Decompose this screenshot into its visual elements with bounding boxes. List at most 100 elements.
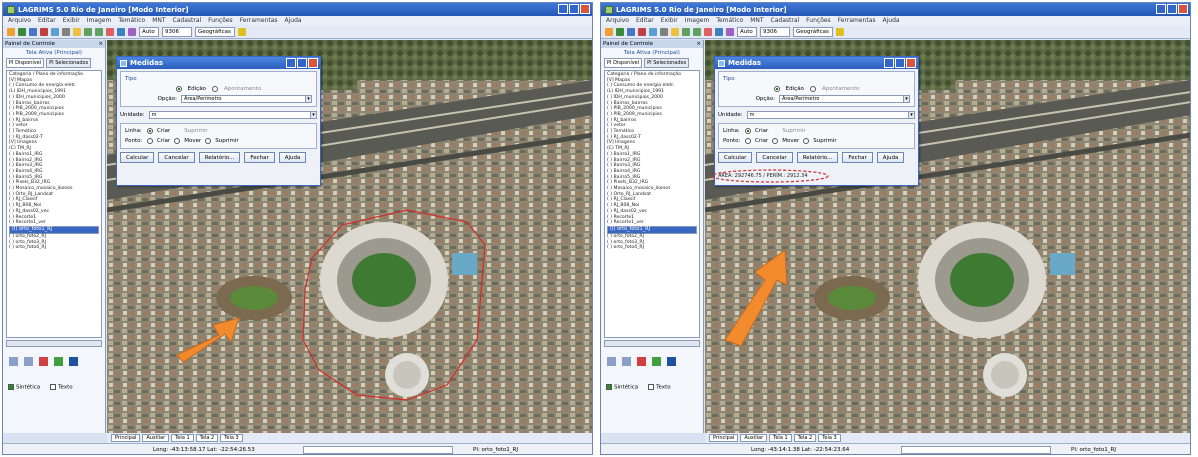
save-icon[interactable] xyxy=(627,27,635,36)
menu-imagem[interactable]: Imagem xyxy=(87,17,112,24)
tab-tela-3[interactable]: Tela 3 xyxy=(818,434,841,442)
linha-criar-radio[interactable] xyxy=(745,128,751,134)
info-icon[interactable] xyxy=(667,357,676,366)
unidade-select[interactable]: m ▾ xyxy=(148,111,317,119)
help-icon[interactable] xyxy=(238,27,246,36)
grid-icon[interactable] xyxy=(18,27,26,36)
texto-checkbox[interactable]: Texto xyxy=(648,384,671,391)
calcular-button[interactable]: Calcular xyxy=(718,152,753,163)
tab-pi-selecionados[interactable]: PI Selecionados xyxy=(46,58,92,68)
fechar-button[interactable]: Fechar xyxy=(842,152,873,163)
opcao-select[interactable]: Área/Perímetro ▾ xyxy=(181,95,312,103)
cursor-icon[interactable] xyxy=(726,27,734,36)
ajuda-button[interactable]: Ajuda xyxy=(278,152,307,163)
tab-tela-2[interactable]: Tela 2 xyxy=(793,434,817,442)
dialog-maximize-button[interactable] xyxy=(895,58,905,68)
edicao-radio[interactable] xyxy=(773,86,780,92)
opcao-select[interactable]: Área/Perímetro ▾ xyxy=(779,95,910,103)
color-icon[interactable] xyxy=(39,357,48,366)
menu-exibir[interactable]: Exibir xyxy=(63,17,80,24)
menu-editar[interactable]: Editar xyxy=(636,17,654,24)
menu-imagem[interactable]: Imagem xyxy=(685,17,710,24)
tree-item[interactable]: ( ) orto_foto4_RJ xyxy=(9,245,99,251)
draw-icon[interactable] xyxy=(638,27,646,36)
sintetica-checkbox[interactable]: Sintética xyxy=(8,384,40,391)
dialog-minimize-button[interactable] xyxy=(884,58,894,68)
menu-ajuda[interactable]: Ajuda xyxy=(883,17,900,24)
tree-item[interactable]: ( ) orto_foto4_RJ xyxy=(607,245,697,251)
menu-funcoes[interactable]: Funções xyxy=(208,17,233,24)
tab-principal[interactable]: Principal xyxy=(709,434,739,442)
unidade-select[interactable]: m ▾ xyxy=(746,111,915,119)
zoom-in-icon[interactable] xyxy=(84,27,92,36)
ponto-criar-radio[interactable] xyxy=(745,138,751,144)
tab-pi-selecionados[interactable]: PI Selecionados xyxy=(644,58,690,68)
minimize-button[interactable] xyxy=(558,4,568,14)
dialog-close-button[interactable] xyxy=(308,58,318,68)
dialog-maximize-button[interactable] xyxy=(297,58,307,68)
close-button[interactable] xyxy=(1178,4,1188,14)
tab-tela-3[interactable]: Tela 3 xyxy=(220,434,243,442)
apontamento-radio[interactable] xyxy=(211,86,218,92)
tree-item[interactable]: (I) orto_foto1_RJ xyxy=(607,225,697,234)
tab-auxiliar[interactable]: Auxiliar xyxy=(142,434,170,442)
scale-field[interactable]: 9306 xyxy=(760,26,790,37)
tab-tela-1[interactable]: Tela 1 xyxy=(171,434,194,442)
color-icon[interactable] xyxy=(637,357,646,366)
tab-tela-1[interactable]: Tela 1 xyxy=(769,434,792,442)
info-icon[interactable] xyxy=(117,27,125,36)
pencil-icon[interactable] xyxy=(652,357,661,366)
list-icon[interactable] xyxy=(9,357,18,366)
pan-icon[interactable] xyxy=(73,27,81,36)
ponto-criar-radio[interactable] xyxy=(147,138,153,144)
sintetica-checkbox[interactable]: Sintética xyxy=(606,384,638,391)
tab-pi-disponivel[interactable]: PI Disponível xyxy=(6,58,45,68)
menu-ajuda[interactable]: Ajuda xyxy=(285,17,302,24)
minimize-button[interactable] xyxy=(1156,4,1166,14)
relatorio-button[interactable]: Relatório... xyxy=(198,152,241,163)
projection-select[interactable]: Geográficas xyxy=(793,26,833,37)
menu-mnt[interactable]: MNT xyxy=(750,17,763,24)
zoom-in-icon[interactable] xyxy=(682,27,690,36)
menu-tematico[interactable]: Temático xyxy=(716,17,743,24)
menu-editar[interactable]: Editar xyxy=(38,17,56,24)
apontamento-radio[interactable] xyxy=(809,86,816,92)
panel-close-icon[interactable]: × xyxy=(98,41,103,47)
tab-pi-disponivel[interactable]: PI Disponível xyxy=(604,58,643,68)
grid-icon[interactable] xyxy=(616,27,624,36)
measure-icon[interactable] xyxy=(704,27,712,36)
texto-checkbox[interactable]: Texto xyxy=(50,384,73,391)
ponto-mover-radio[interactable] xyxy=(174,138,181,144)
calcular-button[interactable]: Calcular xyxy=(120,152,155,163)
menu-mnt[interactable]: MNT xyxy=(152,17,165,24)
menu-ferramentas[interactable]: Ferramentas xyxy=(240,17,278,24)
menu-arquivo[interactable]: Arquivo xyxy=(606,17,629,24)
info-icon[interactable] xyxy=(69,357,78,366)
ponto-mover-radio[interactable] xyxy=(772,138,779,144)
horizontal-scrollbar[interactable] xyxy=(6,340,102,347)
edit-icon[interactable] xyxy=(660,27,668,36)
save-icon[interactable] xyxy=(29,27,37,36)
draw-icon[interactable] xyxy=(40,27,48,36)
select-icon[interactable] xyxy=(649,27,657,36)
scale-field[interactable]: 9306 xyxy=(162,26,192,37)
ponto-suprimir-radio[interactable] xyxy=(205,138,212,144)
pan-icon[interactable] xyxy=(671,27,679,36)
edicao-radio[interactable] xyxy=(175,86,182,92)
maximize-button[interactable] xyxy=(569,4,579,14)
zoom-select[interactable]: Auto xyxy=(737,26,757,37)
pencil-icon[interactable] xyxy=(54,357,63,366)
zoom-out-icon[interactable] xyxy=(95,27,103,36)
linha-criar-radio[interactable] xyxy=(147,128,153,134)
tab-auxiliar[interactable]: Auxiliar xyxy=(740,434,768,442)
select-icon[interactable] xyxy=(51,27,59,36)
maximize-button[interactable] xyxy=(1167,4,1177,14)
help-icon[interactable] xyxy=(836,27,844,36)
tree-item[interactable]: (I) orto_foto1_RJ xyxy=(9,225,99,234)
horizontal-scrollbar[interactable] xyxy=(604,340,700,347)
table-icon[interactable] xyxy=(622,357,631,366)
menu-tematico[interactable]: Temático xyxy=(118,17,145,24)
tab-principal[interactable]: Principal xyxy=(111,434,141,442)
dialog-close-button[interactable] xyxy=(906,58,916,68)
dialog-minimize-button[interactable] xyxy=(286,58,296,68)
